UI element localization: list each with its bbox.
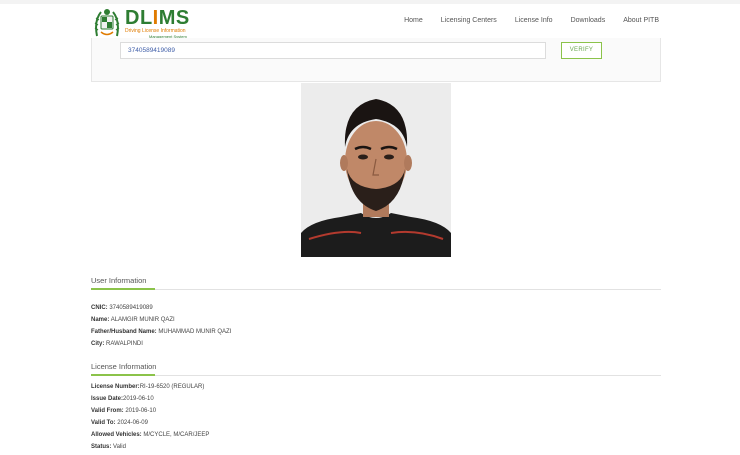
license-holder-photo: [301, 83, 451, 257]
site-header: DLIMS Driving License Information Manage…: [91, 4, 661, 42]
license-info-heading: License Information: [91, 362, 157, 371]
license-info-divider: [91, 375, 661, 376]
license-info-accent: [91, 374, 155, 376]
verify-button[interactable]: VERIFY: [561, 42, 602, 59]
nav-home[interactable]: Home: [404, 17, 423, 24]
name-row: Name: ALAMGIR MUNIR QAZI: [91, 317, 175, 323]
status-row: Status: Valid: [91, 444, 126, 450]
verify-panel: 3740589419089 VERIFY: [91, 38, 661, 82]
nav-licensing-centers[interactable]: Licensing Centers: [441, 17, 497, 24]
user-info-divider: [91, 289, 661, 290]
cnic-row: CNIC: 3740589419089: [91, 305, 153, 311]
nav-license-info[interactable]: License Info: [515, 17, 553, 24]
logo-wordmark: DLIMS: [125, 7, 190, 29]
user-info-heading: User Information: [91, 276, 147, 285]
valid-from-row: Valid From: 2019-06-10: [91, 408, 157, 414]
nav-downloads[interactable]: Downloads: [571, 17, 606, 24]
cnic-input[interactable]: 3740589419089: [120, 42, 546, 59]
nav-about-pitb[interactable]: About PITB: [623, 17, 659, 24]
city-row: City: RAWALPINDI: [91, 341, 143, 347]
issue-date-row: Issue Date:2019-06-10: [91, 396, 154, 402]
allowed-vehicles-row: Allowed Vehicles: M/CYCLE, M/CAR/JEEP: [91, 432, 210, 438]
emblem-icon: [94, 9, 120, 37]
dlims-logo[interactable]: DLIMS Driving License Information Manage…: [91, 6, 201, 40]
license-number-row: License Number:RI-19-6520 (REGULAR): [91, 384, 205, 390]
father-name-row: Father/Husband Name: MUHAMMAD MUNIR QAZI: [91, 329, 232, 335]
user-info-accent: [91, 288, 155, 290]
valid-to-row: Valid To: 2024-06-09: [91, 420, 148, 426]
main-nav: Home Licensing Centers License Info Down…: [386, 17, 659, 24]
portrait-image: [301, 83, 451, 257]
